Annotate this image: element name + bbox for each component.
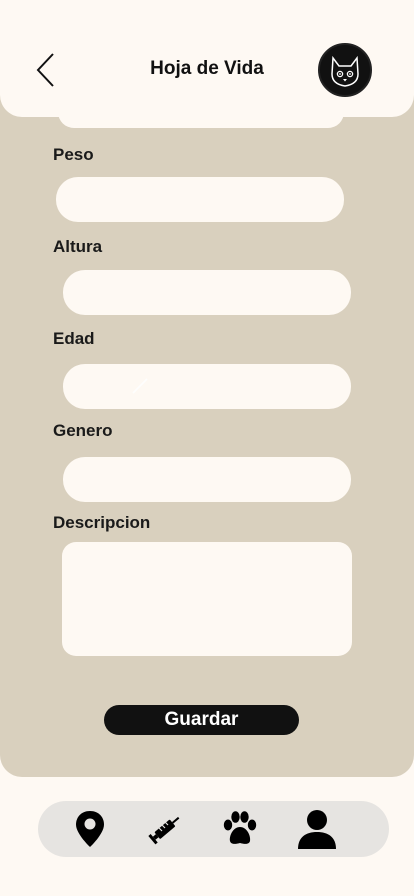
user-icon	[298, 810, 336, 849]
cat-face-icon	[331, 55, 359, 87]
pen-mark-icon	[132, 378, 148, 394]
descripcion-textarea[interactable]	[62, 542, 352, 656]
peso-input[interactable]	[56, 177, 344, 222]
descripcion-label: Descripcion	[53, 513, 151, 532]
save-button[interactable]: Guardar	[104, 705, 299, 735]
peso-label: Peso	[53, 145, 94, 164]
nav-item-location[interactable]	[68, 807, 112, 851]
map-pin-icon	[76, 811, 104, 847]
avatar[interactable]	[318, 43, 372, 97]
edad-input[interactable]	[63, 364, 351, 409]
bottom-nav	[38, 801, 389, 857]
edad-label: Edad	[53, 329, 95, 348]
nav-item-profile[interactable]	[295, 807, 339, 851]
paw-icon	[223, 811, 257, 844]
nav-item-vaccines[interactable]	[144, 807, 188, 851]
syringe-icon	[148, 816, 180, 845]
nav-item-pets[interactable]	[218, 807, 262, 851]
genero-label: Genero	[53, 421, 113, 440]
altura-label: Altura	[53, 237, 103, 256]
app-header: Hoja de Vida	[0, 0, 414, 117]
genero-input[interactable]	[63, 457, 351, 502]
altura-input[interactable]	[63, 270, 351, 315]
